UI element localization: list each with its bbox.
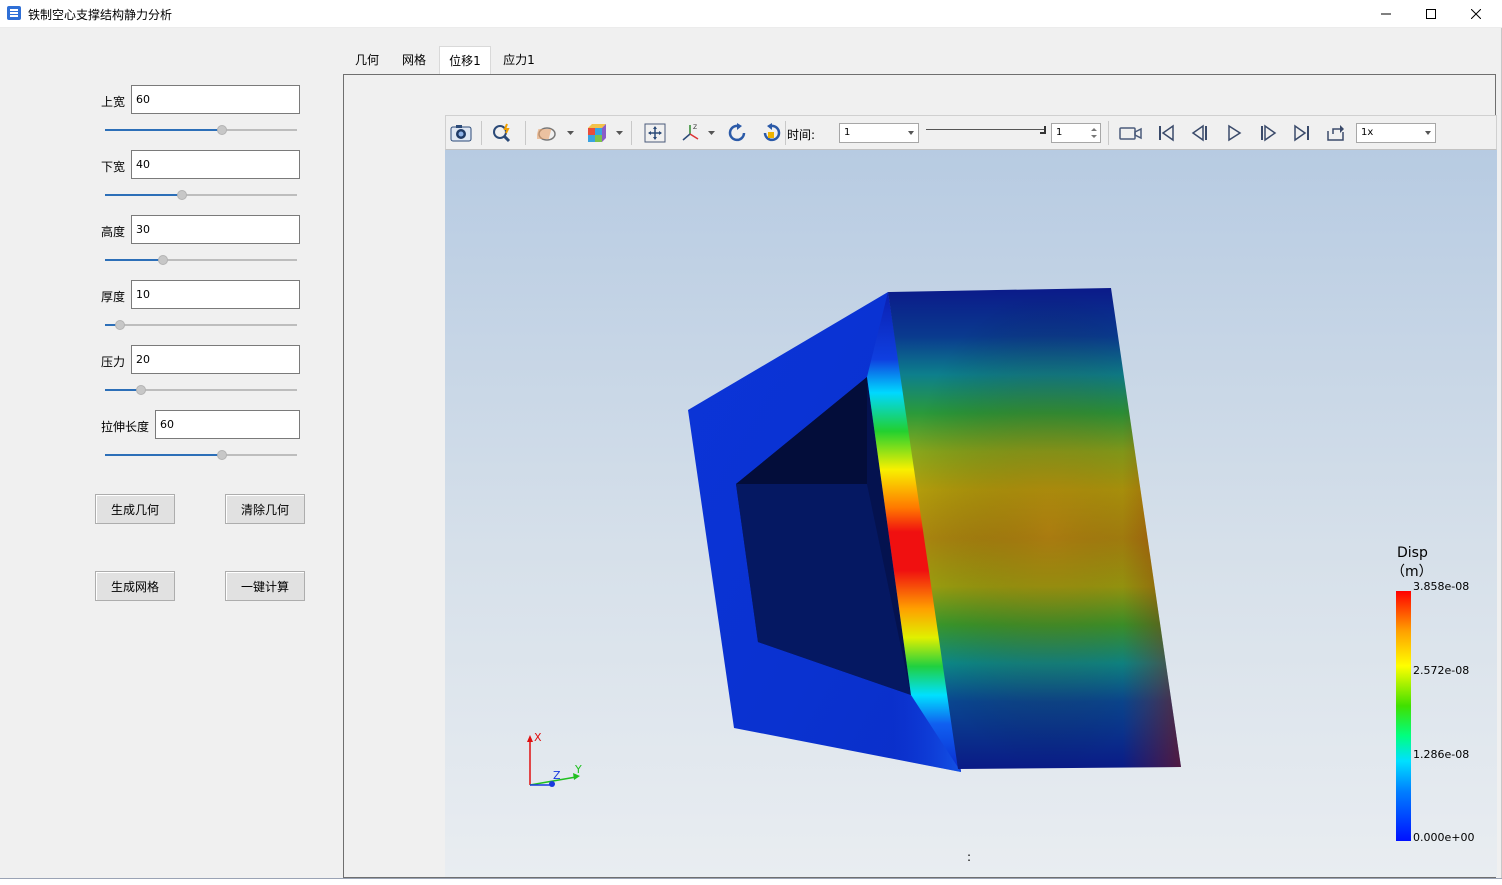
time-select[interactable]: 1 bbox=[839, 123, 919, 143]
title-bar: 铁制空心支撑结构静力分析 bbox=[0, 0, 1502, 28]
axis-z-label: Z bbox=[553, 769, 561, 782]
legend-title: Disp bbox=[1397, 545, 1428, 561]
first-frame-icon[interactable] bbox=[1154, 122, 1178, 144]
loop-icon[interactable] bbox=[1324, 122, 1348, 144]
play-icon[interactable] bbox=[1222, 122, 1246, 144]
param-label-height: 高度 bbox=[101, 225, 126, 239]
slider-thumb[interactable] bbox=[136, 385, 147, 395]
legend-tick-1: 1.286e-08 bbox=[1413, 748, 1470, 761]
height-input[interactable]: 30 bbox=[131, 215, 300, 244]
time-track-slider[interactable] bbox=[926, 126, 1046, 138]
slider-thumb[interactable] bbox=[217, 450, 228, 460]
legend-tick-2: 2.572e-08 bbox=[1413, 664, 1470, 677]
close-icon bbox=[1471, 9, 1481, 19]
clip-plane-icon[interactable] bbox=[536, 122, 560, 144]
window-title: 铁制空心支撑结构静力分析 bbox=[28, 8, 173, 22]
speed-select[interactable]: 1x bbox=[1356, 123, 1436, 143]
tab-stress[interactable]: 应力1 bbox=[497, 46, 541, 75]
time-select-value: 1 bbox=[844, 127, 851, 138]
bottom-width-slider[interactable] bbox=[105, 189, 297, 201]
slider-thumb[interactable] bbox=[157, 255, 168, 265]
app-icon bbox=[7, 6, 21, 20]
prev-frame-icon[interactable] bbox=[1188, 122, 1212, 144]
app-window: 铁制空心支撑结构静力分析 上宽 60 下宽 40 高度 30 厚度 10 压力 … bbox=[0, 0, 1502, 885]
slider-thumb[interactable] bbox=[176, 190, 187, 200]
speed-select-value: 1x bbox=[1361, 127, 1374, 138]
tab-mesh[interactable]: 网格 bbox=[394, 46, 434, 75]
rotate-ccw-icon[interactable] bbox=[759, 122, 783, 144]
chevron-down-icon bbox=[1425, 131, 1431, 135]
record-icon[interactable] bbox=[1119, 122, 1143, 144]
chevron-down-icon[interactable] bbox=[708, 131, 715, 136]
time-label: 时间: bbox=[787, 128, 816, 142]
viewer-toolbar: Z 时间: 1 1 1x bbox=[445, 115, 1497, 150]
legend-color-bar bbox=[1396, 591, 1411, 841]
chevron-down-icon[interactable] bbox=[616, 131, 623, 136]
last-frame-icon[interactable] bbox=[1290, 122, 1314, 144]
axes-icon[interactable]: Z bbox=[679, 122, 703, 144]
step-spinbox-value: 1 bbox=[1056, 127, 1063, 138]
next-frame-icon[interactable] bbox=[1256, 122, 1280, 144]
chevron-down-icon bbox=[908, 131, 914, 135]
generate-mesh-button[interactable]: 生成网格 bbox=[95, 571, 175, 601]
one-click-compute-button[interactable]: 一键计算 bbox=[225, 571, 305, 601]
close-button[interactable] bbox=[1453, 0, 1499, 28]
3d-viewport[interactable]: X Y Z : Disp （m） 3.858e-08 2.572e-08 1.2… bbox=[445, 150, 1497, 877]
step-spinbox[interactable]: 1 bbox=[1051, 123, 1101, 143]
extrude-length-input[interactable]: 60 bbox=[155, 410, 300, 439]
tab-geometry[interactable]: 几何 bbox=[347, 46, 387, 75]
minimize-button[interactable] bbox=[1363, 0, 1409, 28]
bottom-width-input[interactable]: 40 bbox=[131, 150, 300, 179]
status-colon: : bbox=[967, 850, 972, 864]
slider-thumb[interactable] bbox=[217, 125, 228, 135]
param-label-pressure: 压力 bbox=[101, 355, 126, 369]
param-label-bottom-width: 下宽 bbox=[101, 160, 126, 174]
minimize-icon bbox=[1381, 13, 1391, 15]
param-label-top-width: 上宽 bbox=[101, 95, 126, 109]
axis-x-label: X bbox=[534, 731, 542, 744]
spinner-arrows-icon[interactable] bbox=[1091, 127, 1097, 139]
camera-icon[interactable] bbox=[449, 122, 473, 144]
fit-view-icon[interactable] bbox=[643, 122, 667, 144]
thickness-slider[interactable] bbox=[105, 319, 297, 331]
thickness-input[interactable]: 10 bbox=[131, 280, 300, 309]
zoom-icon[interactable] bbox=[491, 122, 515, 144]
maximize-button[interactable] bbox=[1408, 0, 1454, 28]
param-label-thickness: 厚度 bbox=[101, 290, 126, 304]
axes-triad: X Y Z bbox=[527, 731, 582, 787]
fem-displacement-model bbox=[688, 288, 1181, 772]
maximize-icon bbox=[1426, 9, 1436, 19]
underlying-window-edge bbox=[0, 878, 1502, 885]
extrude-length-slider[interactable] bbox=[105, 449, 297, 461]
axis-y-label: Y bbox=[574, 763, 582, 776]
rotate-cw-icon[interactable] bbox=[726, 122, 750, 144]
height-slider[interactable] bbox=[105, 254, 297, 266]
clear-geometry-button[interactable]: 清除几何 bbox=[225, 494, 305, 524]
top-width-input[interactable]: 60 bbox=[131, 85, 300, 114]
pressure-input[interactable]: 20 bbox=[131, 345, 300, 374]
chevron-down-icon[interactable] bbox=[567, 131, 574, 136]
generate-geometry-button[interactable]: 生成几何 bbox=[95, 494, 175, 524]
tab-displacement[interactable]: 位移1 bbox=[439, 46, 491, 76]
legend-unit: （m） bbox=[1391, 564, 1433, 580]
svg-text:Z: Z bbox=[693, 124, 697, 131]
legend-tick-min: 0.000e+00 bbox=[1413, 831, 1475, 844]
pressure-slider[interactable] bbox=[105, 384, 297, 396]
legend-tick-max: 3.858e-08 bbox=[1413, 580, 1470, 593]
param-label-extrude-length: 拉伸长度 bbox=[101, 420, 150, 434]
top-width-slider[interactable] bbox=[105, 124, 297, 136]
color-cube-icon[interactable] bbox=[585, 122, 609, 144]
slider-thumb[interactable] bbox=[115, 320, 126, 330]
